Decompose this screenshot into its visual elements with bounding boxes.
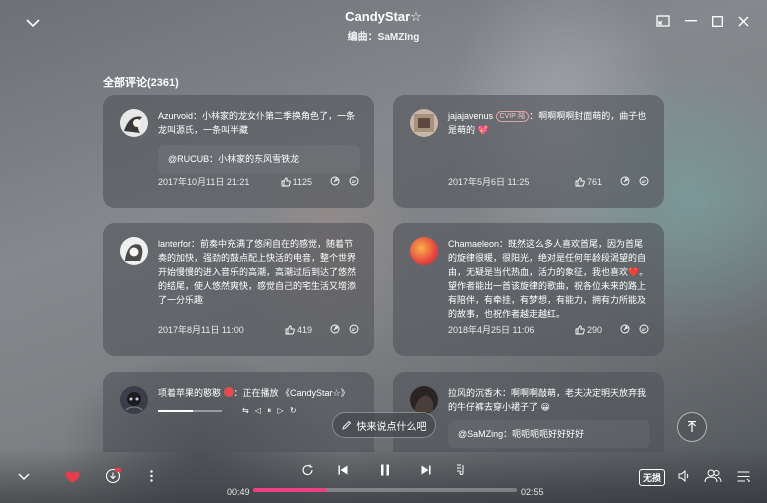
comment-body: lanterfor：前奏中充满了悠闲自在的感觉，随着节奏的加快，强劲的鼓点配上快… [158,237,360,307]
heart-emoji: 💖 [477,125,489,135]
pause-icon[interactable] [376,461,394,479]
progress-fill [253,488,327,492]
share-icon[interactable] [330,324,341,335]
avatar[interactable] [120,237,148,265]
song-arranger: 编曲：SaMZIng [347,32,420,43]
like-button[interactable]: 761 [575,177,602,187]
volume-icon[interactable] [676,468,692,484]
comment-date: 2017年5月6日 11:25 [448,177,530,187]
comment-card: 项着苹果的憨憨 ：正在播放 《CandyStar☆》 ⇆ ◁ ⏸ ▷ ↻ [103,372,374,452]
playlist-icon[interactable] [735,468,751,484]
comment-meta: 2017年8月11日 11:00 419 [158,323,360,336]
like-count: 1125 [292,176,312,187]
avatar[interactable] [410,237,438,265]
comment-body: 拉风的沉香木：啊啊啊敲萌，老夫决定明天放弃我的牛仔裤去穿小裙子了 😀 @SaMZ… [448,386,650,448]
minimize-icon[interactable] [682,12,700,30]
comment-meta: 2017年5月6日 11:25 761 [448,175,650,188]
thumbs-up-icon [575,325,585,334]
thumbs-up-icon [285,325,295,334]
vip-badge: CVIP·陆 [495,111,530,122]
comment-date: 2018年4月25日 11:06 [448,325,535,335]
song-title: CandyStar☆ [345,9,422,24]
repeat-icon[interactable] [299,462,315,478]
maximize-icon[interactable] [708,12,726,30]
comment-body: jajajavenus CVIP·陆 ：啊啊啊啊封面萌的，曲子也是萌的 💖 [448,109,650,137]
comment-card: Chamaeleon：既然这么多人喜欢首尾，因为首尾的旋律很暖，很阳光，绝对是任… [393,223,664,356]
comment-card: lanterfor：前奏中充满了悠闲自在的感觉，随着节奏的加快，强劲的鼓点配上快… [103,223,374,356]
comment-username[interactable]: jajajavenus [448,111,493,121]
collapse-player-icon[interactable] [16,470,32,484]
listen-together-icon[interactable] [703,467,723,485]
comment-meta: 2018年4月25日 11:06 290 [448,323,650,336]
grin-emoji: 😀 [540,402,550,412]
write-comment-label: 快来说点什么吧 [356,421,427,433]
current-time: 00:49 [227,487,250,497]
comment-date: 2017年10月11日 21:21 [158,177,250,187]
write-comment-button[interactable]: 快来说点什么吧 [332,412,436,438]
reply-icon[interactable] [349,176,360,187]
mini-player-progress[interactable] [158,410,222,412]
next-track-icon[interactable] [418,462,434,478]
comment-card: jajajavenus CVIP·陆 ：啊啊啊啊封面萌的，曲子也是萌的 💖 201… [393,95,664,208]
avatar[interactable] [410,386,438,414]
comment-card: Azurvoid：小林家的龙女仆第二季换角色了，一条龙叫源氏，一条叫半藏 @RU… [103,95,374,208]
previous-track-icon[interactable] [335,462,351,478]
reply-icon[interactable] [349,324,360,335]
comment-meta: 2017年10月11日 21:21 1125 [158,175,360,188]
share-icon[interactable] [330,176,341,187]
progress-bar[interactable] [253,488,517,492]
comment-reply: @RUCUB：小林家的东风雪铁龙 [158,145,360,173]
like-song-heart-icon[interactable] [64,469,80,485]
comment-username[interactable]: Azurvoid [158,111,193,121]
avatar[interactable] [410,109,438,137]
comment-body: Chamaeleon：既然这么多人喜欢首尾，因为首尾的旋律很暖，很阳光，绝对是任… [448,237,650,321]
comment-reply: @SaMZing：呃呃呃呃好好好好 [448,420,650,448]
thumbs-up-icon [281,177,291,186]
pencil-icon [341,420,351,430]
like-button[interactable]: 1125 [281,177,312,187]
avatar[interactable] [120,109,148,137]
music-badge-icon [223,387,234,397]
comment-username[interactable]: lanterfor [158,239,191,249]
scroll-to-top-button[interactable] [677,412,707,442]
header: CandyStar☆ 编曲：SaMZIng [0,0,767,48]
avatar[interactable] [120,386,148,414]
like-button[interactable]: 290 [575,325,602,335]
total-time: 02:55 [521,487,544,497]
red-heart-emoji: ❤️ [628,267,640,277]
comment-username[interactable]: Chamaeleon [448,239,499,249]
more-options-icon[interactable] [144,468,158,484]
like-count: 761 [586,176,602,187]
comments-count-heading: 全部评论(2361) [103,77,179,89]
lyrics-icon[interactable] [453,462,469,478]
embedded-mini-player[interactable]: ⇆ ◁ ⏸ ▷ ↻ [158,404,360,418]
quality-badge[interactable]: 无损 [639,469,666,486]
close-icon[interactable] [734,12,752,30]
arrow-up-icon [688,421,696,432]
like-count: 419 [296,324,312,335]
like-button[interactable]: 419 [285,325,312,335]
mini-mode-icon[interactable] [654,12,672,30]
comment-body: 项着苹果的憨憨 ：正在播放 《CandyStar☆》 ⇆ ◁ ⏸ ▷ ↻ [158,386,360,418]
comment-text: ：正在播放 《CandyStar☆》 [233,388,350,398]
comment-date: 2017年8月11日 11:00 [158,325,244,335]
mini-player-controls-icon[interactable]: ⇆ ◁ ⏸ ▷ ↻ [242,404,299,418]
comment-card: 拉风的沉香木：啊啊啊敲萌，老夫决定明天放弃我的牛仔裤去穿小裙子了 😀 @SaMZ… [393,372,664,452]
comment-username[interactable]: 拉风的沉香木 [448,388,502,398]
reply-icon[interactable] [639,176,650,187]
like-count: 290 [586,324,602,335]
share-icon[interactable] [620,324,631,335]
comment-username[interactable]: 项着苹果的憨憨 [158,388,221,398]
download-icon[interactable] [104,467,122,485]
reply-icon[interactable] [639,324,650,335]
comment-body: Azurvoid：小林家的龙女仆第二季换角色了，一条龙叫源氏，一条叫半藏 @RU… [158,109,360,173]
share-icon[interactable] [620,176,631,187]
thumbs-up-icon [575,177,585,186]
